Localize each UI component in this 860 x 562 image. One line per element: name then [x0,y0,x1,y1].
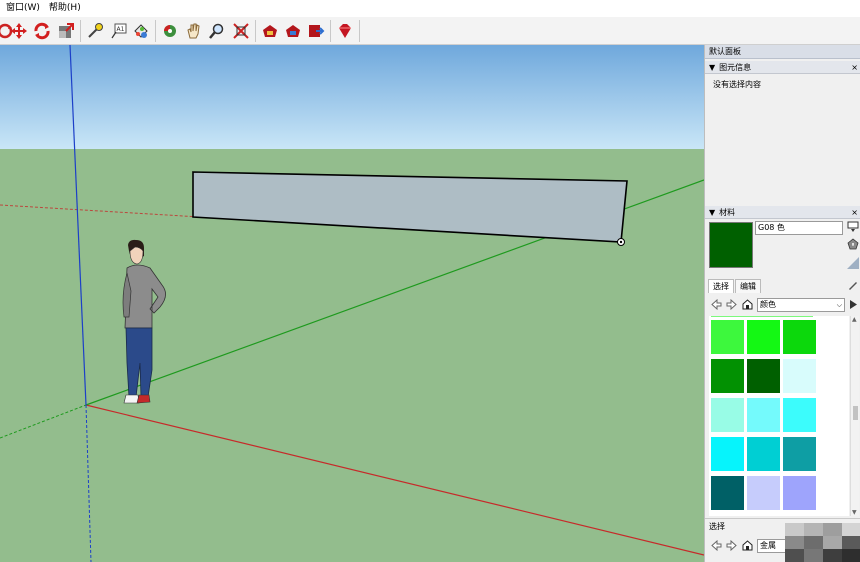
color-swatch[interactable] [747,320,780,354]
warehouse-icon[interactable] [259,20,281,42]
default-tray: 默认面板 ▼ 图元信息 × 没有选择内容 ▼ 材料 × G08 色 选择 编辑 [704,45,860,562]
ruby-icon[interactable] [334,20,356,42]
swatch-scrollbar[interactable]: ▲ ▼ [850,316,859,516]
details-arrow-icon[interactable] [848,299,859,310]
close-icon[interactable]: × [851,61,858,74]
scale-icon[interactable] [55,20,77,42]
forward-arrow-icon[interactable] [726,298,737,311]
menu-window[interactable]: 窗口(W) [6,0,40,17]
color-swatch[interactable] [783,320,816,354]
tape-measure-icon[interactable] [84,20,106,42]
material-tabs: 选择 编辑 [705,277,860,293]
pixelated-watermark [785,523,860,562]
paint-bucket-icon[interactable] [130,20,152,42]
zoom-extents-icon[interactable] [230,20,252,42]
collapse-triangle-icon[interactable]: ▼ [709,208,715,217]
pencil-icon[interactable] [847,279,859,294]
library-select-value: 颜色 [760,300,776,309]
display-secondary-icon[interactable] [847,221,859,233]
sketchup-window: 窗口(W) 帮助(H) A1 默认面板 ▼ 图元信息 × 没有选择内容 ▼ 材料… [0,0,860,562]
swatch-row-partial [711,316,813,317]
text-tool-icon[interactable]: A1 [108,20,130,42]
color-swatch[interactable] [711,320,744,354]
endpoint-dot [619,240,623,244]
scroll-thumb[interactable] [853,406,858,420]
model-viewport[interactable] [0,45,704,562]
entity-info-header[interactable]: ▼ 图元信息 × [705,61,860,74]
swatch-grid [709,316,849,516]
library-select[interactable]: 颜色 ⌵ [757,298,845,312]
zoom-icon[interactable] [206,20,228,42]
scroll-up-icon[interactable]: ▲ [852,316,857,323]
sample-paint-icon[interactable] [847,257,859,269]
color-swatch[interactable] [747,437,780,471]
move-icon[interactable] [8,20,30,42]
color-swatch[interactable] [783,359,816,393]
tray-title: 默认面板 [705,45,860,59]
materials-header[interactable]: ▼ 材料 × [705,206,860,219]
scene-canvas[interactable] [0,45,704,562]
svg-text:A1: A1 [117,26,125,33]
material-nav: 颜色 ⌵ [705,295,860,315]
home-icon[interactable] [742,299,753,310]
current-material-swatch[interactable] [709,222,753,268]
collapse-triangle-icon[interactable]: ▼ [709,63,715,72]
color-swatch[interactable] [711,359,744,393]
color-swatch[interactable] [711,476,744,510]
toolbar: A1 [0,17,860,45]
pan-icon[interactable] [183,20,205,42]
tab-edit[interactable]: 编辑 [735,279,761,293]
forward-arrow-icon[interactable] [726,539,737,554]
secondary-label: 选择 [709,522,725,531]
color-swatch[interactable] [711,437,744,471]
entity-info-body: 没有选择内容 [705,75,860,210]
entity-info-message: 没有选择内容 [713,80,761,89]
walk-icon[interactable] [159,20,181,42]
back-arrow-icon[interactable] [711,298,722,311]
material-name-field[interactable]: G08 色 [755,221,843,235]
color-swatch[interactable] [783,476,816,510]
create-material-icon[interactable] [847,238,859,250]
back-arrow-icon[interactable] [711,539,722,554]
color-swatch[interactable] [783,437,816,471]
rotate-icon[interactable] [31,20,53,42]
scroll-down-icon[interactable]: ▼ [852,509,857,516]
sky [0,45,704,149]
color-swatch[interactable] [783,398,816,432]
color-swatch[interactable] [747,398,780,432]
tab-select[interactable]: 选择 [708,279,734,293]
extension-warehouse-icon[interactable] [282,20,304,42]
color-swatch[interactable] [747,359,780,393]
close-icon[interactable]: × [851,206,858,219]
chevron-down-icon: ⌵ [836,301,842,309]
color-swatch[interactable] [747,476,780,510]
materials-title: 材料 [719,208,736,217]
share-model-icon[interactable] [305,20,327,42]
home-icon[interactable] [742,540,753,554]
menu-bar: 窗口(W) 帮助(H) [0,0,860,17]
menu-help[interactable]: 帮助(H) [49,0,81,17]
entity-info-title: 图元信息 [719,63,752,72]
color-swatch[interactable] [711,398,744,432]
